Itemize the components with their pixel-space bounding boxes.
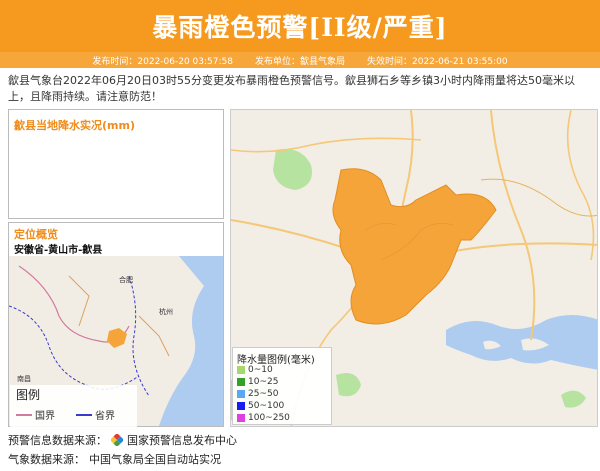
warning-title: 暴雨橙色预警[II级/严重]	[152, 13, 448, 42]
overview-legend-title: 图例	[16, 388, 41, 402]
issue-time: 发布时间：2022-06-20 03:57:58	[92, 56, 233, 67]
swatch	[237, 366, 245, 374]
source-line: 预警信息数据来源： 国家预警信息发布中心	[8, 432, 237, 448]
label-hangzhou: 杭州	[159, 307, 173, 316]
rain-legend-item: 10~25	[237, 377, 278, 387]
source-link[interactable]: 国家预警信息发布中心	[127, 432, 237, 448]
swatch	[237, 402, 245, 410]
rain-panel: 歙县当地降水实况(mm)	[8, 109, 224, 219]
weather-source-line: 气象数据来源： 中国气象局全国自动站实况	[8, 453, 221, 466]
rain-legend-item: 0~10	[237, 365, 273, 375]
rain-legend-item: 50~100	[237, 401, 284, 411]
location-title: 定位概览	[14, 228, 58, 241]
legend-province-border: 省界	[76, 407, 115, 422]
label-nanchang: 南昌	[17, 374, 31, 383]
expire-time: 失效时间：2022-06-21 03:55:00	[367, 56, 508, 67]
label-hefei: 合肥	[119, 275, 133, 284]
warning-description: 歙县气象台2022年06月20日03时55分变更发布暴雨橙色预警信号。歙县狮石乡…	[8, 74, 575, 103]
rain-legend-item: 100~250	[237, 413, 290, 423]
warning-center-logo-icon	[111, 434, 123, 446]
swatch	[237, 378, 245, 386]
header-banner: 暴雨橙色预警[II级/严重]	[0, 0, 600, 52]
issuer: 发布单位：歙县气象局	[254, 56, 345, 67]
overview-legend: 图例 国界 省界	[10, 385, 137, 427]
meta-bar: 发布时间：2022-06-20 03:57:58 发布单位：歙县气象局 失效时间…	[0, 52, 600, 68]
swatch	[237, 414, 245, 422]
rain-panel-title: 歙县当地降水实况(mm)	[14, 119, 135, 132]
legend-country-border: 国界	[16, 407, 55, 422]
location-path: 安徽省-黄山市-歙县	[14, 245, 103, 256]
rain-legend-title: 降水量图例(毫米)	[237, 355, 315, 366]
rain-legend-item: 25~50	[237, 389, 278, 399]
rain-legend: 降水量图例(毫米) 0~10 10~25 25~50 50~100 100~25…	[232, 347, 332, 425]
swatch	[237, 390, 245, 398]
